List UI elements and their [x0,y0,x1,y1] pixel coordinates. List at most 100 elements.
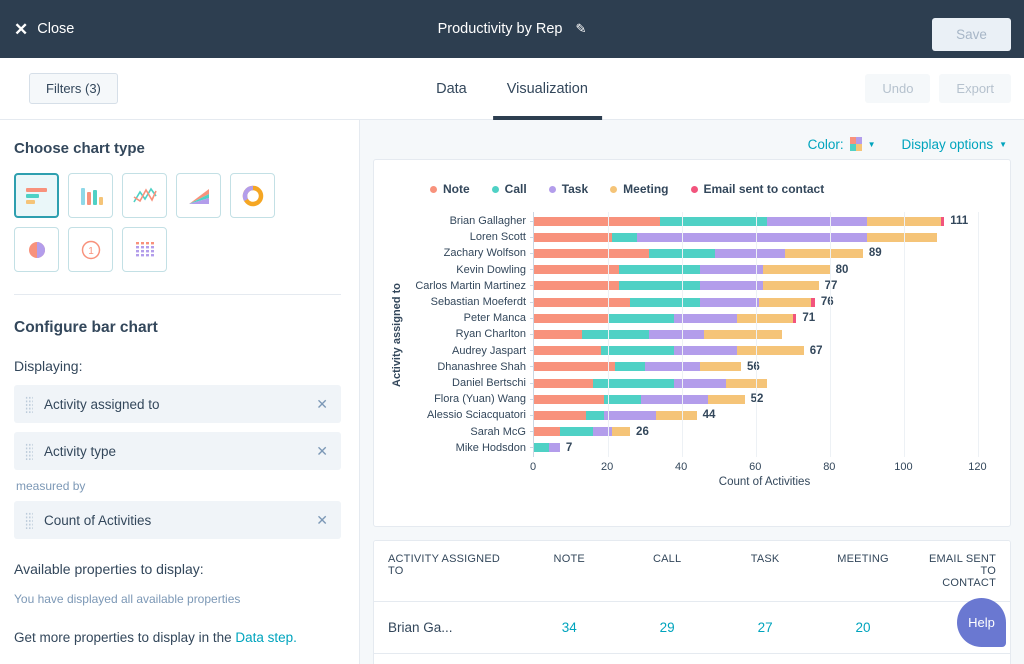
display-chip-activity-assigned-to[interactable]: Activity assigned to ✕ [14,385,341,423]
export-button[interactable]: Export [939,74,1011,103]
bar-segment-note[interactable] [534,346,601,356]
bar-segment-call[interactable] [659,216,767,226]
bar-segment-note[interactable] [534,313,608,323]
bar-segment-note[interactable] [534,248,649,258]
bar-segment-task[interactable] [674,313,738,323]
table-cell[interactable]: 27 [716,601,815,654]
legend-item-task[interactable]: Task [548,182,588,196]
help-button[interactable]: Help [957,598,1006,647]
bar-segment-note[interactable] [534,362,616,372]
bar-segment-call[interactable] [600,346,675,356]
bar-row[interactable] [530,376,996,390]
remove-chip-icon[interactable]: ✕ [316,396,328,413]
bar-segment-task[interactable] [548,443,560,453]
bar-segment-meeting[interactable] [866,232,937,242]
bar-segment-meeting[interactable] [726,378,767,388]
chart-type-single-value[interactable]: 1 [68,227,113,272]
chart-type-pie[interactable] [14,227,59,272]
chart-type-table[interactable] [122,227,167,272]
bar-segment-call[interactable] [619,281,701,291]
bar-segment-meeting[interactable] [763,265,830,275]
bar-segment-call[interactable] [615,362,645,372]
bar-segment-task[interactable] [674,346,738,356]
table-cell[interactable]: Brian Ga... [374,601,521,654]
chart-type-area[interactable] [176,173,221,218]
bar-segment-task[interactable] [700,265,764,275]
table-column-header[interactable]: MEETING [814,541,913,602]
table-column-header[interactable]: NOTE [520,541,619,602]
bar-segment-call[interactable] [619,265,701,275]
bar-row[interactable] [530,230,996,244]
bar-row[interactable]: 89 [530,246,996,260]
table-cell[interactable]: 34 [520,601,619,654]
table-cell[interactable]: 7 [618,653,717,664]
chart-type-donut[interactable] [230,173,275,218]
bar-segment-note[interactable] [534,297,631,307]
bar-row[interactable]: 44 [530,408,996,422]
display-chip-activity-type[interactable]: Activity type ✕ [14,432,341,470]
legend-item-email-sent-to-contact[interactable]: Email sent to contact [690,182,824,196]
bar-segment-call[interactable] [593,378,675,388]
bar-segment-call[interactable] [582,329,649,339]
bar-segment-task[interactable] [644,362,701,372]
undo-button[interactable]: Undo [865,74,931,103]
bar-row[interactable]: 80 [530,263,996,277]
bar-segment-meeting[interactable] [704,329,782,339]
bar-segment-call[interactable] [559,427,594,437]
chart-type-line[interactable] [122,173,167,218]
display-options-control[interactable]: Display options ▼ [902,137,1007,152]
bar-segment-task[interactable] [604,410,656,420]
bar-segment-note[interactable] [534,329,583,339]
bar-segment-call[interactable] [585,410,605,420]
bar-segment-meeting[interactable] [759,297,812,307]
bar-segment-task[interactable] [700,297,760,307]
bar-segment-call[interactable] [534,443,549,453]
bar-segment-note[interactable] [534,427,560,437]
bar-segment-note[interactable] [534,216,660,226]
bar-row[interactable]: 26 [530,425,996,439]
drag-handle-icon[interactable] [25,395,33,413]
legend-item-meeting[interactable]: Meeting [610,182,669,196]
bar-segment-email-sent-to-contact[interactable] [792,313,797,323]
bar-row[interactable]: 56 [530,360,996,374]
table-cell[interactable]: 20 [814,601,913,654]
bar-segment-meeting[interactable] [785,248,863,258]
bar-row[interactable]: 77 [530,279,996,293]
save-button[interactable]: Save [932,18,1011,51]
bar-row[interactable]: 7 [530,441,996,455]
remove-chip-icon[interactable]: ✕ [316,443,328,460]
close-button[interactable]: ✕ Close [14,21,74,38]
remove-chip-icon[interactable]: ✕ [316,512,328,529]
bar-row[interactable]: 111 [530,214,996,228]
bar-segment-task[interactable] [641,394,708,404]
bar-segment-meeting[interactable] [737,313,793,323]
table-column-header[interactable]: EMAIL SENT TO CONTACT [912,541,1010,602]
bar-segment-meeting[interactable] [737,346,804,356]
bar-segment-email-sent-to-contact[interactable] [940,216,945,226]
bar-row[interactable]: 71 [530,311,996,325]
bar-segment-note[interactable] [534,378,594,388]
table-cell[interactable]: 19 [520,653,619,664]
table-row[interactable]: Loren Sc...1976222 [374,653,1010,664]
chart-type-vertical-bar[interactable] [68,173,113,218]
data-step-link[interactable]: Data step. [235,630,297,645]
table-column-header[interactable]: TASK [716,541,815,602]
table-cell[interactable]: 22 [814,653,913,664]
bar-segment-note[interactable] [534,281,619,291]
bar-segment-call[interactable] [630,297,701,307]
bar-row[interactable]: 76 [530,295,996,309]
tab-visualization[interactable]: Visualization [492,58,603,120]
bar-segment-task[interactable] [700,281,764,291]
bar-segment-call[interactable] [604,394,642,404]
drag-handle-icon[interactable] [25,442,33,460]
bar-segment-meeting[interactable] [700,362,741,372]
bar-segment-note[interactable] [534,394,605,404]
bar-segment-email-sent-to-contact[interactable] [811,297,815,307]
bar-segment-call[interactable] [611,232,638,242]
bar-segment-meeting[interactable] [655,410,697,420]
bar-segment-meeting[interactable] [611,427,631,437]
bar-segment-meeting[interactable] [707,394,745,404]
table-column-header[interactable]: CALL [618,541,717,602]
filters-button[interactable]: Filters (3) [29,73,118,104]
table-cell[interactable] [912,653,1010,664]
